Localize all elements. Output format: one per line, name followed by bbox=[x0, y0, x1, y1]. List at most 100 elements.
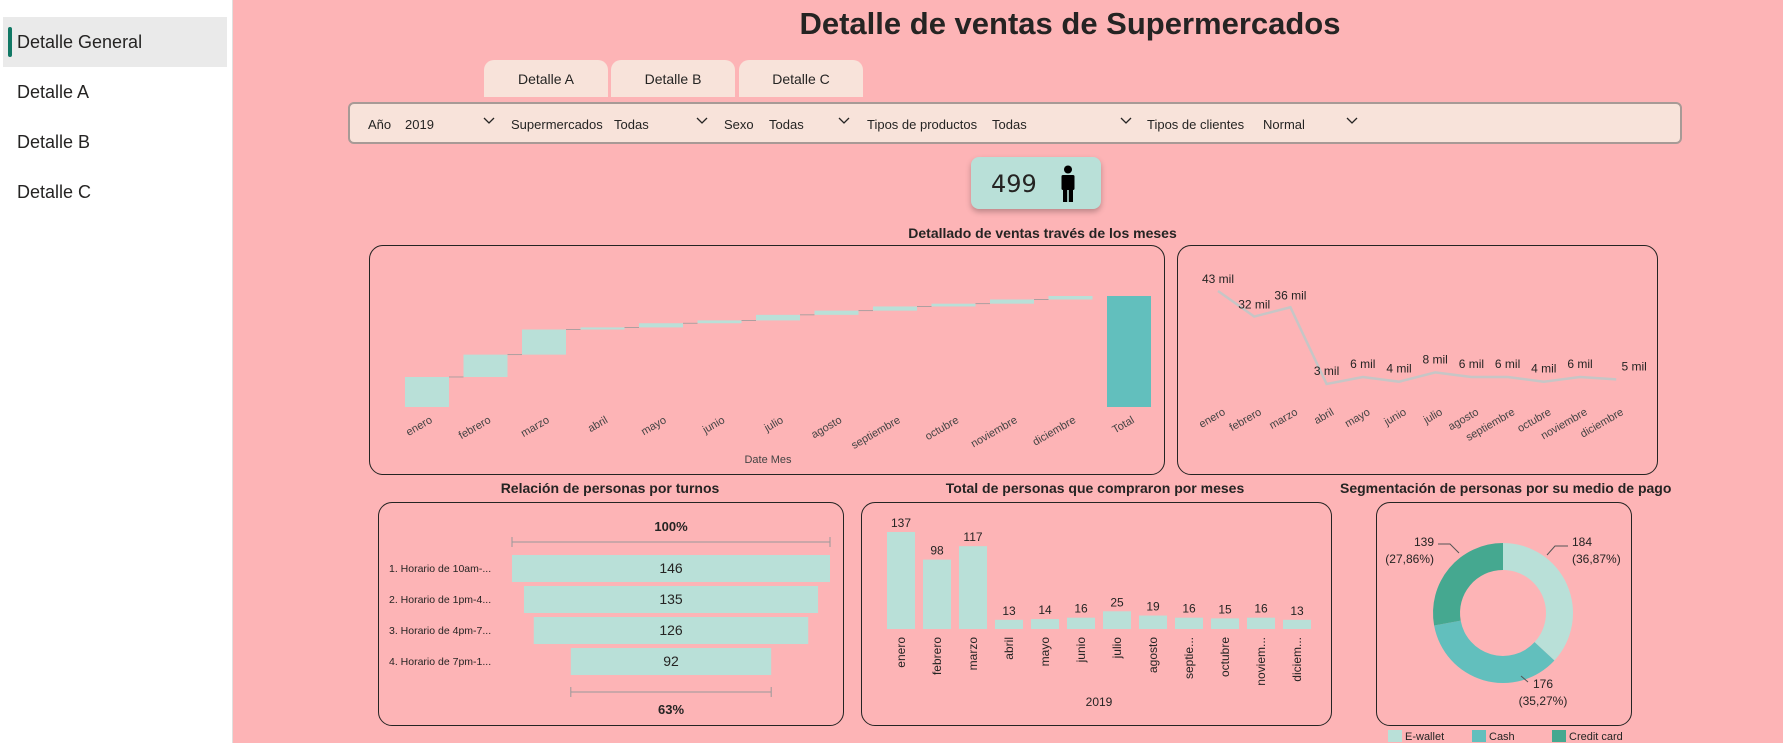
bar-value-label: 13 bbox=[1002, 604, 1016, 618]
waterfall-bar bbox=[990, 299, 1034, 304]
tab-detalle-b[interactable]: Detalle B bbox=[611, 60, 735, 97]
page-title: Detalle de ventas de Supermercados bbox=[799, 6, 1341, 41]
tipos-productos-dropdown[interactable]: Todas bbox=[992, 117, 1027, 132]
waterfall-tick-label: Total bbox=[1110, 414, 1136, 436]
bar bbox=[1067, 617, 1095, 629]
line-data-label: 6 mil bbox=[1567, 357, 1592, 371]
tab-detalle-a[interactable]: Detalle A bbox=[484, 60, 608, 97]
kpi-value: 499 bbox=[991, 170, 1037, 198]
sidebar-item-detalle-b[interactable]: Detalle B bbox=[3, 117, 227, 167]
waterfall-bar bbox=[756, 314, 800, 321]
line-data-label: 6 mil bbox=[1459, 357, 1484, 371]
waterfall-bar bbox=[463, 354, 508, 377]
tab-detalle-c[interactable]: Detalle C bbox=[739, 60, 863, 97]
waterfall-total-bar bbox=[1107, 296, 1151, 407]
funnel-value-label: 126 bbox=[659, 622, 683, 638]
line-data-label: 43 mil bbox=[1202, 272, 1234, 286]
bar bbox=[1247, 617, 1275, 629]
waterfall-tick-label: junio bbox=[700, 414, 727, 437]
donut-slice bbox=[1503, 543, 1573, 661]
funnel-top-percent: 100% bbox=[654, 519, 688, 534]
donut-leader-line bbox=[1438, 543, 1460, 554]
active-indicator bbox=[8, 27, 12, 57]
waterfall-bar bbox=[1048, 296, 1093, 300]
sidebar-item-label: Detalle C bbox=[17, 181, 92, 202]
donut-chart: 184 (36,87%) 176 (35,27%) 139 (27,86%) E-walle… bbox=[1385, 535, 1623, 743]
personas-section-title: Total de personas que compraron por mese… bbox=[945, 480, 1245, 496]
waterfall-tick-label: mayo bbox=[639, 414, 668, 438]
pago-section-title: Segmentación de personas por su medio de… bbox=[1340, 480, 1672, 496]
supermercados-dropdown[interactable]: Todas bbox=[614, 117, 649, 132]
line-tick-label: julio bbox=[1421, 406, 1445, 427]
line-data-label: 4 mil bbox=[1386, 362, 1411, 376]
donut-slice bbox=[1433, 543, 1503, 626]
funnel-panel: 100% 146 1. Horario de 10am-... 135 2. Horar… bbox=[378, 502, 844, 726]
waterfall-tick-label: abril bbox=[586, 414, 610, 435]
waterfall-bar bbox=[931, 303, 976, 307]
bar-value-label: 98 bbox=[930, 544, 944, 558]
anio-dropdown[interactable]: 2019 bbox=[405, 117, 434, 132]
bar-tick-label: septie... bbox=[1182, 637, 1196, 679]
sidebar-item-label: Detalle A bbox=[17, 81, 90, 102]
waterfall-tick-label: octubre bbox=[923, 414, 961, 443]
funnel-category-label: 4. Horario de 7pm-1... bbox=[389, 656, 491, 668]
chevron-down-icon[interactable] bbox=[1345, 114, 1359, 128]
line-data-label: 36 mil bbox=[1274, 288, 1306, 302]
bar-value-label: 14 bbox=[1038, 603, 1052, 617]
funnel-chart: 100% 146 1. Horario de 10am-... 135 2. Horar… bbox=[389, 519, 831, 717]
bar-tick-label: junio bbox=[1074, 637, 1088, 664]
sidebar: Detalle General Detalle A Detalle B Deta… bbox=[0, 0, 233, 743]
waterfall-tick-label: noviembre bbox=[969, 414, 1019, 450]
kpi-card: 499 bbox=[971, 157, 1101, 209]
bar-value-label: 16 bbox=[1254, 602, 1268, 616]
waterfall-bar bbox=[814, 310, 859, 315]
tipos-clientes-label: Tipos de clientes bbox=[1147, 117, 1245, 132]
bar-value-label: 16 bbox=[1182, 602, 1196, 616]
donut-legend-label: Credit card bbox=[1569, 731, 1623, 743]
bar-value-label: 16 bbox=[1074, 602, 1088, 616]
chevron-down-icon[interactable] bbox=[695, 114, 709, 128]
waterfall-tick-label: diciembre bbox=[1031, 414, 1078, 448]
bar-value-label: 25 bbox=[1110, 595, 1124, 609]
bar-panel: 137 enero 98 febrero 117 marzo 13 abril 14 mayo 16… bbox=[861, 502, 1332, 726]
waterfall-bar bbox=[580, 327, 625, 330]
line-tick-label: mayo bbox=[1343, 406, 1372, 430]
donut-percent-label: (36,87%) bbox=[1572, 552, 1621, 566]
funnel-category-label: 3. Horario de 4pm-7... bbox=[389, 625, 491, 637]
line-data-label: 4 mil bbox=[1531, 362, 1556, 376]
donut-legend-swatch bbox=[1388, 730, 1402, 742]
chevron-down-icon[interactable] bbox=[837, 114, 851, 128]
waterfall-tick-label: febrero bbox=[457, 414, 493, 442]
anio-label: Año bbox=[368, 117, 392, 132]
sidebar-item-label: Detalle B bbox=[17, 131, 91, 152]
chevron-down-icon[interactable] bbox=[1119, 114, 1133, 128]
bar-tick-label: noviem... bbox=[1254, 637, 1268, 686]
sidebar-item-detalle-c[interactable]: Detalle C bbox=[3, 167, 227, 217]
waterfall-tick-label: julio bbox=[762, 414, 786, 435]
donut-legend-label: Cash bbox=[1489, 731, 1515, 743]
bar-x-axis-label: 2019 bbox=[1086, 695, 1113, 709]
funnel-value-label: 135 bbox=[659, 591, 683, 607]
bar-value-label: 137 bbox=[891, 516, 911, 530]
line-data-label: 6 mil bbox=[1495, 357, 1520, 371]
donut-percent-label: (27,86%) bbox=[1385, 552, 1434, 566]
line-data-label: 32 mil bbox=[1238, 298, 1270, 312]
bar bbox=[923, 559, 951, 629]
sidebar-item-detalle-a[interactable]: Detalle A bbox=[3, 67, 227, 117]
donut-value-label: 176 bbox=[1533, 677, 1553, 691]
bar bbox=[1211, 618, 1239, 629]
bar bbox=[1103, 611, 1131, 629]
line-data-label: 8 mil bbox=[1423, 352, 1448, 366]
sidebar-item-detalle-general[interactable]: Detalle General bbox=[3, 17, 227, 67]
bar bbox=[1175, 617, 1203, 629]
bar-tick-label: febrero bbox=[930, 637, 944, 675]
funnel-value-label: 146 bbox=[659, 560, 683, 576]
chevron-down-icon[interactable] bbox=[482, 114, 496, 128]
waterfall-tick-label: marzo bbox=[519, 414, 551, 440]
funnel-bottom-percent: 63% bbox=[658, 702, 684, 717]
donut-value-label: 139 bbox=[1414, 535, 1434, 549]
bar-chart: 137 enero 98 febrero 117 marzo 13 abril 14 mayo 16… bbox=[887, 516, 1311, 709]
sexo-dropdown[interactable]: Todas bbox=[769, 117, 804, 132]
bar bbox=[995, 619, 1023, 629]
tipos-clientes-dropdown[interactable]: Normal bbox=[1263, 117, 1305, 132]
